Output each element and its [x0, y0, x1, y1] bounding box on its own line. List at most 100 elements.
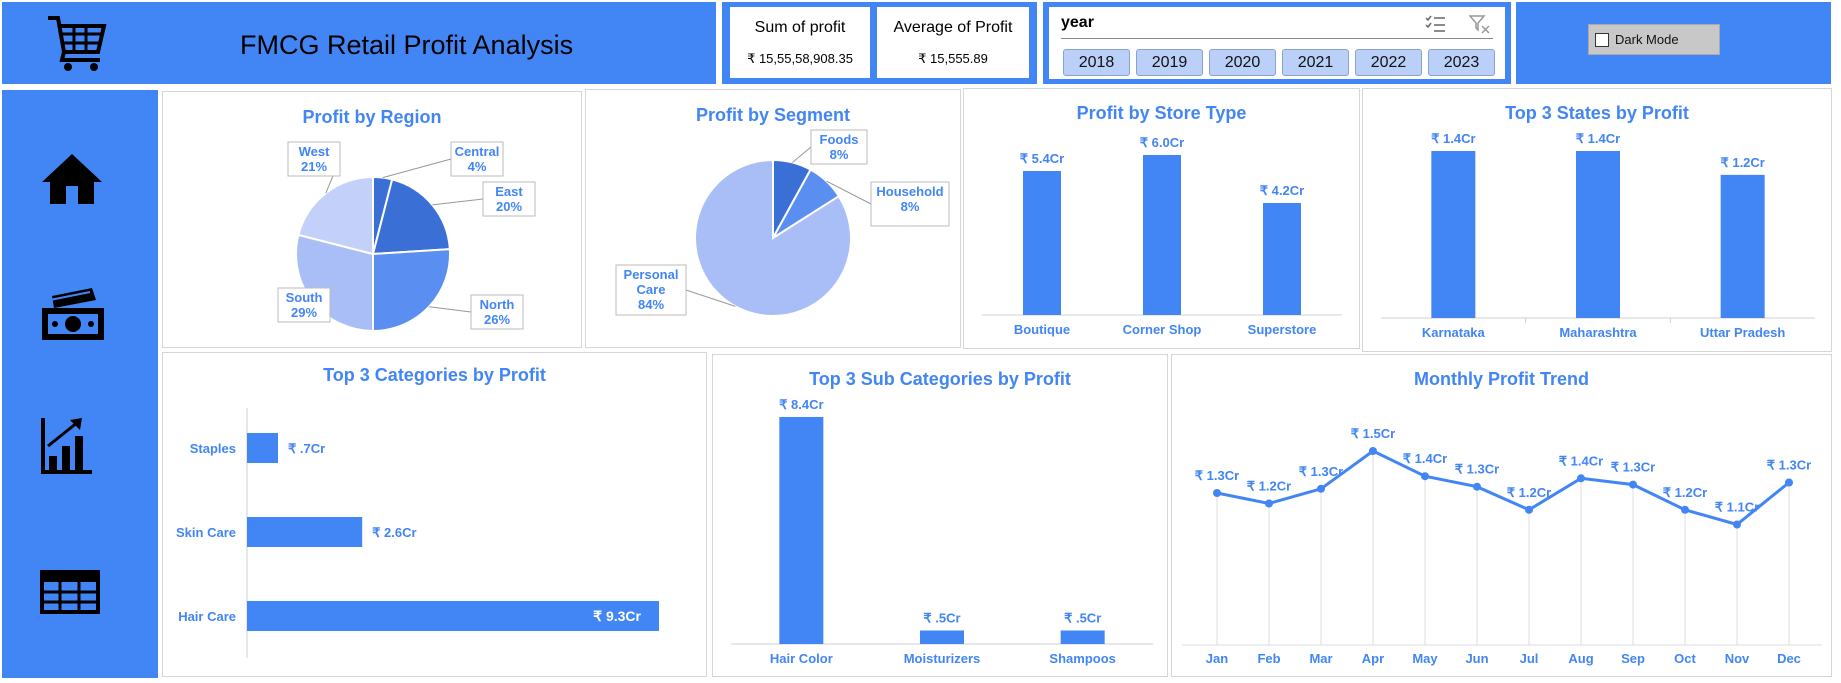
point-data-label: ₹ 1.2Cr	[1663, 485, 1707, 500]
data-point	[1577, 474, 1585, 483]
top-states-panel: Top 3 States by Profit ₹ 1.4Cr Karnataka ₹…	[1362, 88, 1832, 352]
bar-data-label: ₹ 6.0Cr	[1140, 135, 1184, 150]
x-tick-label: Nov	[1725, 651, 1750, 666]
slice-label: Personal	[624, 267, 679, 282]
bar	[779, 417, 824, 644]
x-tick-label: Shampoos	[1049, 651, 1115, 666]
bar	[1023, 171, 1061, 315]
bar-data-label: ₹ 8.4Cr	[779, 397, 823, 412]
point-data-label: ₹ 1.5Cr	[1351, 426, 1395, 441]
year-slicer-container: year 2018 2019 2020 2021 2022 2023	[1043, 2, 1511, 84]
slice-label: East	[495, 184, 523, 199]
year-button-2019[interactable]: 2019	[1136, 49, 1203, 76]
x-tick-label: Karnataka	[1422, 325, 1486, 340]
segment-pie-chart: Foods8%Household8%PersonalCare84%	[615, 129, 950, 317]
bar	[247, 517, 363, 547]
x-tick-label: Boutique	[1014, 322, 1070, 337]
bar	[1431, 151, 1476, 318]
bar-data-label: ₹ 2.6Cr	[372, 525, 416, 540]
point-data-label: ₹ 1.2Cr	[1247, 479, 1291, 494]
year-button-2023[interactable]: 2023	[1428, 49, 1495, 76]
year-button-2020[interactable]: 2020	[1209, 49, 1276, 76]
kpi-bar: Sum of profit ₹ 15,55,58,908.35 Average …	[722, 2, 1037, 84]
slice-percent: 84%	[638, 297, 664, 312]
bar-data-label: ₹ 1.4Cr	[1576, 131, 1620, 146]
x-tick-label: Mar	[1309, 651, 1332, 666]
top-categories-panel: Top 3 Categories by Profit Staples ₹ .7Cr…	[162, 352, 707, 677]
multi-select-icon[interactable]	[1425, 14, 1447, 34]
point-data-label: ₹ 1.4Cr	[1403, 451, 1447, 466]
dark-mode-toggle[interactable]: Dark Mode	[1588, 24, 1720, 55]
bar	[1720, 174, 1765, 318]
bar	[920, 630, 964, 644]
slice-label: West	[299, 144, 330, 159]
slice-percent: 26%	[484, 312, 510, 327]
kpi-sum-profit: Sum of profit ₹ 15,55,58,908.35	[730, 7, 870, 78]
slice-percent: 8%	[830, 147, 849, 162]
bar	[247, 433, 279, 463]
clear-filter-icon[interactable]	[1469, 14, 1491, 34]
bar-data-label: ₹ .7Cr	[288, 441, 325, 456]
x-tick-label: Hair Color	[770, 651, 833, 666]
chart-icon[interactable]	[40, 416, 94, 476]
kpi-value: ₹ 15,55,58,908.35	[747, 51, 853, 66]
data-point	[1473, 482, 1481, 491]
point-data-label: ₹ 1.3Cr	[1767, 458, 1811, 473]
monthly-trend-line-chart: ₹ 1.3Cr Jan ₹ 1.2Cr Feb ₹ 1.3Cr Mar ₹ 1.5Cr Apr…	[1182, 426, 1822, 666]
header-title-bar: FMCG Retail Profit Analysis	[2, 2, 716, 84]
leader-line	[382, 158, 452, 179]
slicer-divider	[1061, 38, 1493, 39]
x-tick-label: Dec	[1777, 651, 1801, 666]
kpi-value: ₹ 15,555.89	[918, 51, 988, 66]
bar-data-label: ₹ 9.3Cr	[593, 608, 641, 624]
x-tick-label: Aug	[1568, 651, 1593, 666]
x-tick-label: Jul	[1520, 651, 1539, 666]
year-button-2022[interactable]: 2022	[1355, 49, 1422, 76]
money-icon[interactable]	[40, 286, 106, 342]
data-point	[1317, 484, 1325, 493]
point-data-label: ₹ 1.3Cr	[1455, 462, 1499, 477]
bar-data-label: ₹ 5.4Cr	[1020, 151, 1064, 166]
page-title: FMCG Retail Profit Analysis	[240, 30, 574, 60]
year-button-2018[interactable]: 2018	[1063, 49, 1130, 76]
dark-mode-label: Dark Mode	[1615, 32, 1679, 47]
slice-label: Care	[637, 282, 666, 297]
bar-data-label: ₹ 4.2Cr	[1260, 183, 1304, 198]
kpi-avg-profit: Average of Profit ₹ 15,555.89	[877, 7, 1029, 78]
x-tick-label: Superstore	[1248, 322, 1317, 337]
bar-data-label: ₹ .5Cr	[1064, 610, 1101, 625]
x-tick-label: May	[1412, 651, 1438, 666]
x-tick-label: Maharashtra	[1559, 325, 1637, 340]
slice-label: Central	[455, 144, 500, 159]
x-tick-label: Jan	[1206, 651, 1228, 666]
home-icon[interactable]	[40, 152, 104, 206]
slice-percent: 8%	[901, 199, 920, 214]
x-tick-label: Corner Shop	[1123, 322, 1202, 337]
bar	[1060, 630, 1105, 644]
sidebar	[2, 90, 158, 678]
data-point	[1265, 499, 1273, 508]
data-point	[1733, 520, 1741, 529]
slice-percent: 4%	[468, 159, 487, 174]
slice-label: South	[286, 290, 323, 305]
bar-data-label: ₹ 1.2Cr	[1720, 155, 1764, 170]
point-data-label: ₹ 1.3Cr	[1195, 468, 1239, 483]
point-data-label: ₹ 1.3Cr	[1299, 464, 1343, 479]
table-icon[interactable]	[40, 570, 100, 614]
bar	[1576, 151, 1620, 318]
bar-data-label: ₹ 1.4Cr	[1431, 131, 1475, 146]
year-slicer: year 2018 2019 2020 2021 2022 2023	[1049, 7, 1505, 79]
kpi-label: Sum of profit	[754, 19, 846, 36]
x-tick-label: Oct	[1674, 651, 1696, 666]
leader-line	[429, 306, 472, 313]
x-tick-label: Moisturizers	[904, 651, 981, 666]
point-data-label: ₹ 1.2Cr	[1507, 485, 1551, 500]
x-tick-label: Uttar Pradesh	[1700, 325, 1785, 340]
slice-percent: 20%	[496, 199, 522, 214]
year-button-2021[interactable]: 2021	[1282, 49, 1349, 76]
dark-mode-checkbox[interactable]	[1595, 33, 1609, 47]
slice-label: Household	[876, 184, 943, 199]
cart-icon	[48, 16, 107, 71]
top-states-bar-chart: ₹ 1.4Cr Karnataka ₹ 1.4Cr Maharashtra ₹ 1.2C…	[1381, 131, 1815, 340]
leader-line	[432, 198, 484, 206]
